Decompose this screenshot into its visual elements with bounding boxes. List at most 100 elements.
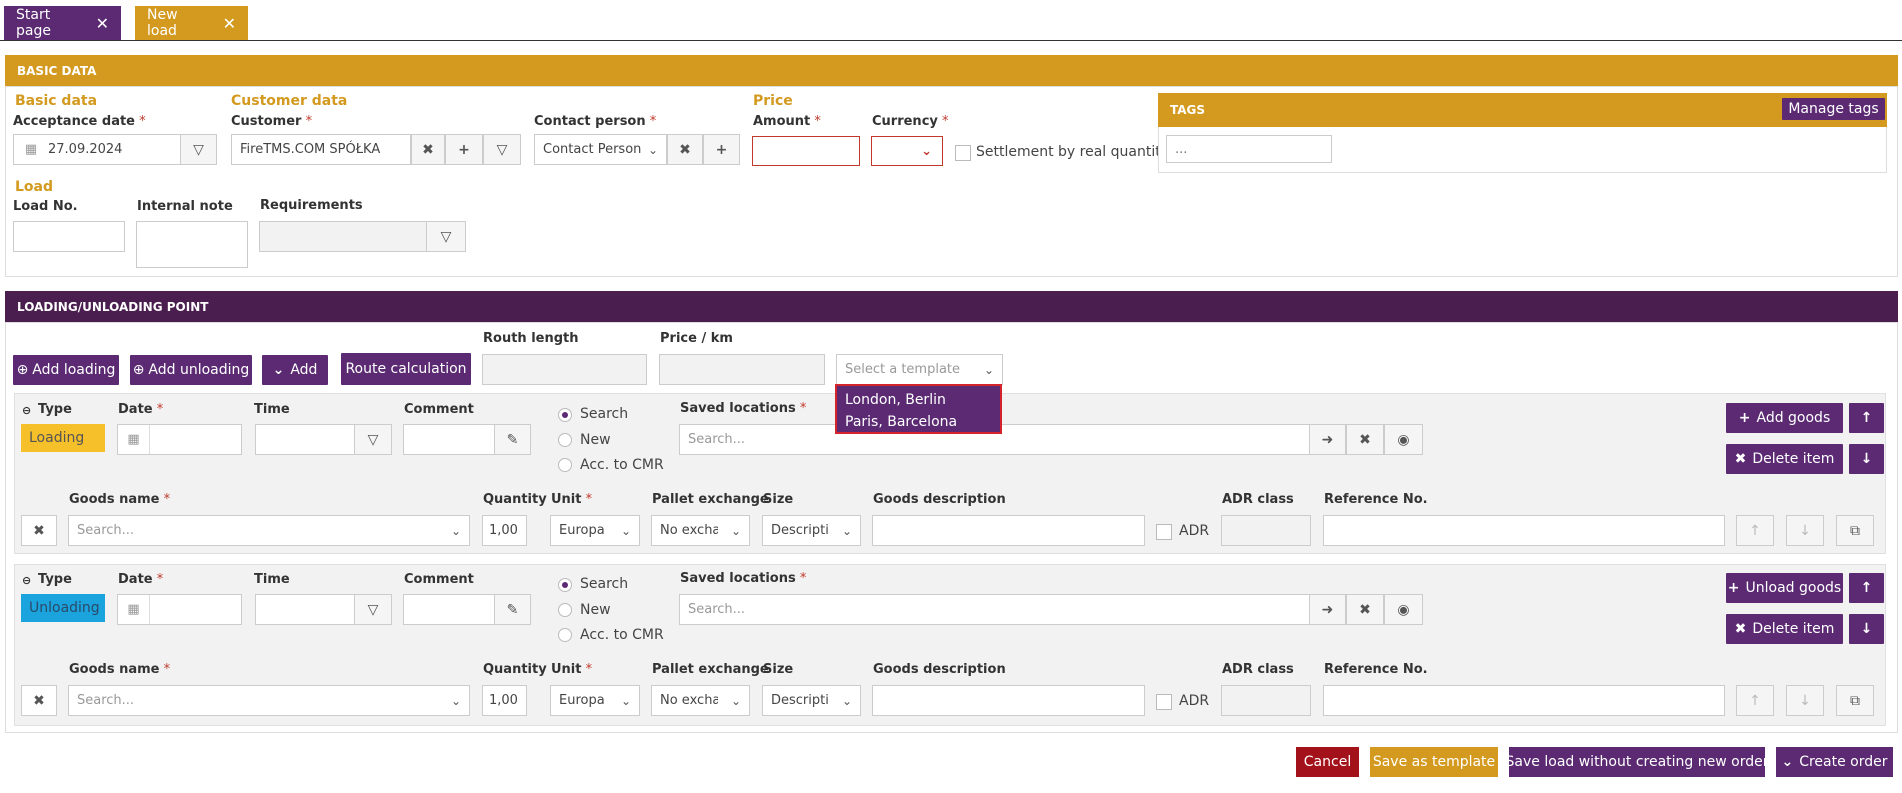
contact-person-select[interactable]: Contact Person ⌄ bbox=[534, 134, 667, 165]
customer-filter-icon[interactable]: ▽ bbox=[483, 134, 521, 165]
filter-dropdown-icon[interactable]: ▽ bbox=[180, 134, 217, 165]
saved-locations-input[interactable]: Search... bbox=[679, 594, 1310, 625]
reference-no-input[interactable] bbox=[1323, 685, 1725, 716]
clear-customer-icon[interactable]: ✖ bbox=[411, 134, 445, 165]
edit-icon[interactable]: ✎ bbox=[494, 424, 531, 455]
template-option[interactable]: London, Berlin bbox=[837, 390, 1000, 412]
remove-goods-icon[interactable]: ✖ bbox=[21, 685, 57, 716]
goods-up-icon[interactable]: ↑ bbox=[1736, 685, 1774, 716]
quantity-input[interactable]: 1,00 bbox=[482, 685, 527, 716]
requirements-filter-icon[interactable]: ▽ bbox=[426, 221, 466, 252]
adr-checkbox[interactable] bbox=[1156, 524, 1172, 540]
clear-location-icon[interactable]: ✖ bbox=[1346, 424, 1384, 455]
create-order-button[interactable]: ⌄ Create order bbox=[1776, 747, 1893, 777]
time-filter-icon[interactable]: ▽ bbox=[354, 594, 392, 625]
delete-item-button[interactable]: ✖ Delete item bbox=[1726, 614, 1843, 644]
adr-class-input[interactable] bbox=[1221, 515, 1311, 546]
radio-search[interactable] bbox=[558, 408, 572, 422]
add-button[interactable]: ⌄ Add bbox=[262, 355, 328, 385]
cancel-button[interactable]: Cancel bbox=[1296, 747, 1359, 777]
arrow-up-button[interactable]: ↑ bbox=[1849, 573, 1884, 603]
calendar-icon: ▦ bbox=[118, 425, 150, 454]
add-unloading-button[interactable]: ⊕ Add unloading bbox=[130, 355, 252, 385]
goods-down-icon[interactable]: ↓ bbox=[1786, 515, 1824, 546]
settlement-checkbox[interactable] bbox=[955, 145, 971, 161]
compass-icon[interactable]: ◉ bbox=[1384, 424, 1423, 455]
chevron-down-icon: ⌄ bbox=[730, 693, 741, 708]
requirements-input[interactable] bbox=[259, 221, 427, 252]
goods-button[interactable]: + Unload goods bbox=[1726, 573, 1843, 603]
goods-description-input[interactable] bbox=[872, 685, 1145, 716]
comment-label: Comment bbox=[404, 402, 474, 417]
radio-search[interactable] bbox=[558, 578, 572, 592]
arrow-circle-right-icon[interactable]: ➜ bbox=[1309, 594, 1346, 625]
unit-select[interactable]: Europa ⌄ bbox=[550, 515, 640, 546]
collapse-icon[interactable]: ⊖ bbox=[22, 574, 31, 587]
manage-tags-button[interactable]: Manage tags bbox=[1782, 98, 1885, 120]
arrow-down-button[interactable]: ↓ bbox=[1849, 444, 1884, 474]
goods-down-icon[interactable]: ↓ bbox=[1786, 685, 1824, 716]
quantity-input[interactable]: 1,00 bbox=[482, 515, 527, 546]
time-input[interactable] bbox=[255, 424, 355, 455]
template-option[interactable]: Paris, Barcelona bbox=[837, 412, 1000, 434]
add-loading-button[interactable]: ⊕ Add loading bbox=[13, 355, 119, 385]
close-icon[interactable]: ✕ bbox=[96, 14, 109, 33]
goods-button[interactable]: + Add goods bbox=[1726, 403, 1843, 433]
chevron-down-icon: ⌄ bbox=[450, 693, 461, 708]
size-select[interactable]: Description⌄ bbox=[762, 685, 861, 716]
save-load-button[interactable]: Save load without creating new order bbox=[1506, 747, 1768, 777]
date-input[interactable]: ▦ bbox=[117, 424, 242, 455]
arrow-down-button[interactable]: ↓ bbox=[1849, 614, 1884, 644]
adr-checkbox[interactable] bbox=[1156, 694, 1172, 710]
radio-new[interactable] bbox=[558, 603, 572, 617]
clear-contact-icon[interactable]: ✖ bbox=[667, 134, 703, 165]
calendar-icon: ▦ bbox=[118, 595, 150, 624]
date-input[interactable]: ▦ bbox=[117, 594, 242, 625]
radio-acc-cmr[interactable] bbox=[558, 458, 572, 472]
radio-new[interactable] bbox=[558, 433, 572, 447]
acceptance-date-input[interactable]: ▦ 27.09.2024 bbox=[13, 134, 181, 165]
delete-item-button[interactable]: ✖ Delete item bbox=[1726, 444, 1843, 474]
add-customer-icon[interactable]: + bbox=[445, 134, 483, 165]
add-contact-icon[interactable]: + bbox=[703, 134, 740, 165]
requirements-label: Requirements bbox=[260, 198, 363, 213]
reference-no-input[interactable] bbox=[1323, 515, 1725, 546]
close-icon[interactable]: ✕ bbox=[223, 14, 236, 33]
adr-class-input[interactable] bbox=[1221, 685, 1311, 716]
customer-input[interactable]: FireTMS.COM SPÓŁKA bbox=[231, 134, 411, 165]
comment-input[interactable] bbox=[403, 424, 495, 455]
goods-description-input[interactable] bbox=[872, 515, 1145, 546]
collapse-icon[interactable]: ⊖ bbox=[22, 404, 31, 417]
copy-icon[interactable]: ⧉ bbox=[1836, 515, 1874, 546]
goods-name-select[interactable]: Search... ⌄ bbox=[68, 685, 470, 716]
clear-location-icon[interactable]: ✖ bbox=[1346, 594, 1384, 625]
time-filter-icon[interactable]: ▽ bbox=[354, 424, 392, 455]
price-km-input[interactable] bbox=[659, 354, 825, 385]
save-as-template-button[interactable]: Save as template bbox=[1370, 747, 1498, 777]
comment-input[interactable] bbox=[403, 594, 495, 625]
amount-input[interactable] bbox=[752, 136, 860, 166]
edit-icon[interactable]: ✎ bbox=[494, 594, 531, 625]
goods-up-icon[interactable]: ↑ bbox=[1736, 515, 1774, 546]
compass-icon[interactable]: ◉ bbox=[1384, 594, 1423, 625]
tab-start-page[interactable]: Start page ✕ bbox=[4, 6, 121, 40]
route-calculation-button[interactable]: Route calculation bbox=[341, 353, 471, 385]
radio-acc-cmr[interactable] bbox=[558, 628, 572, 642]
template-select[interactable]: Select a template ⌄ bbox=[836, 354, 1003, 385]
internal-note-input[interactable] bbox=[136, 221, 248, 268]
arrow-up-button[interactable]: ↑ bbox=[1849, 403, 1884, 433]
load-no-input[interactable] bbox=[13, 221, 125, 252]
routh-length-input[interactable] bbox=[482, 354, 647, 385]
currency-select[interactable]: ⌄ bbox=[871, 136, 943, 166]
arrow-circle-right-icon[interactable]: ➜ bbox=[1309, 424, 1346, 455]
copy-icon[interactable]: ⧉ bbox=[1836, 685, 1874, 716]
time-input[interactable] bbox=[255, 594, 355, 625]
unit-select[interactable]: Europa ⌄ bbox=[550, 685, 640, 716]
tab-new-load[interactable]: New load ✕ bbox=[135, 6, 248, 40]
size-select[interactable]: Description⌄ bbox=[762, 515, 861, 546]
remove-goods-icon[interactable]: ✖ bbox=[21, 515, 57, 546]
pallet-exchange-select[interactable]: No exchange⌄ bbox=[651, 685, 750, 716]
tags-input[interactable]: ... bbox=[1166, 135, 1332, 163]
pallet-exchange-select[interactable]: No exchange⌄ bbox=[651, 515, 750, 546]
goods-name-select[interactable]: Search... ⌄ bbox=[68, 515, 470, 546]
